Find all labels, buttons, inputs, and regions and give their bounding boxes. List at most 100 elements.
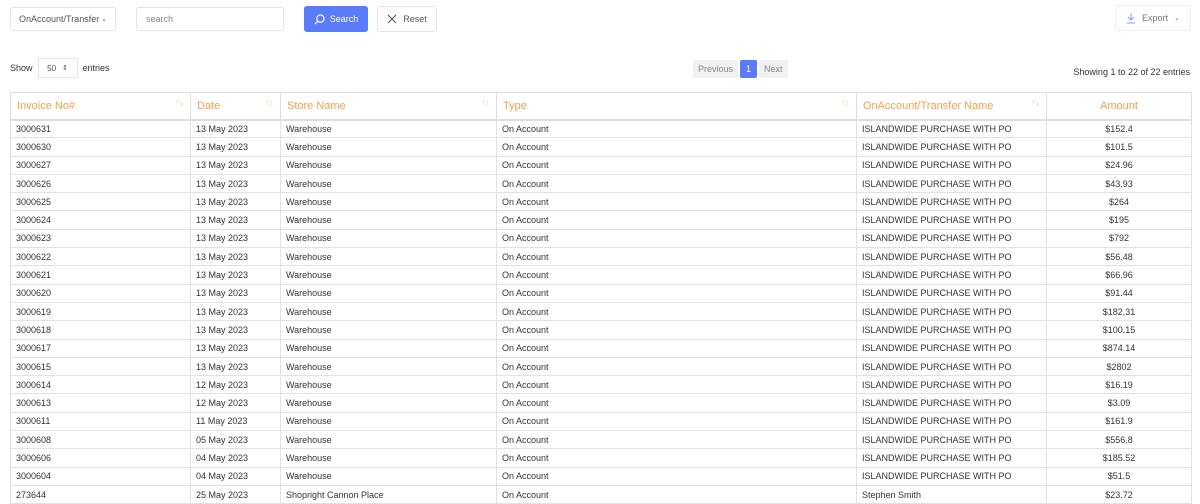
cell-store-name: Warehouse	[280, 320, 497, 340]
export-button[interactable]: Export ⌄	[1115, 5, 1191, 31]
column-header-type[interactable]: Type ↑↓	[496, 92, 857, 121]
cell-store-name: Warehouse	[280, 137, 497, 157]
search-button[interactable]: Search	[304, 6, 368, 32]
cell-invoice-no: 3000631	[10, 118, 191, 139]
chevron-down-icon: ⌄	[1174, 15, 1180, 22]
cell-transfer-name: ISLANDWIDE PURCHASE WITH PO	[856, 192, 1047, 212]
cell-transfer-name: ISLANDWIDE PURCHASE WITH PO	[856, 173, 1047, 194]
cell-amount: $264	[1046, 192, 1192, 212]
page-1-button[interactable]: 1	[740, 60, 758, 78]
cell-amount: $3.09	[1046, 393, 1192, 413]
cell-date: 13 May 2023	[190, 301, 281, 322]
column-header-store-name[interactable]: Store Name ↑↓	[280, 92, 497, 121]
cell-type: On Account	[496, 448, 857, 468]
column-header-label: Date	[197, 99, 221, 112]
cell-store-name: Warehouse	[280, 466, 497, 486]
cell-amount: $101.5	[1046, 137, 1192, 157]
sort-icon[interactable]: ↑↓	[175, 97, 184, 107]
cell-transfer-name: ISLANDWIDE PURCHASE WITH PO	[856, 393, 1047, 413]
table-row[interactable]: 3000627 13 May 2023 Warehouse On Account ISL…	[10, 155, 1192, 175]
cell-invoice-no: 3000606	[10, 448, 191, 468]
cell-transfer-name: ISLANDWIDE PURCHASE WITH PO	[856, 155, 1047, 175]
cell-type: On Account	[496, 155, 857, 175]
cell-store-name: Warehouse	[280, 118, 497, 139]
sort-icon[interactable]: ↑↓	[841, 97, 850, 107]
cell-invoice-no: 3000620	[10, 283, 191, 303]
table-row[interactable]: 3000608 05 May 2023 Warehouse On Account ISL…	[10, 430, 1192, 450]
cell-date: 11 May 2023	[190, 411, 281, 432]
column-header-invoice-no[interactable]: Invoice No# ↑↓	[10, 92, 191, 121]
cell-store-name: Shopright Cannon Place	[280, 484, 497, 504]
cell-amount: $43.93	[1046, 173, 1192, 194]
next-page-button[interactable]: Next	[759, 60, 788, 78]
cell-date: 13 May 2023	[190, 320, 281, 340]
cell-transfer-name: ISLANDWIDE PURCHASE WITH PO	[856, 338, 1047, 358]
cell-transfer-name: ISLANDWIDE PURCHASE WITH PO	[856, 118, 1047, 139]
table-row[interactable]: 3000615 13 May 2023 Warehouse On Account ISL…	[10, 356, 1192, 377]
cell-store-name: Warehouse	[280, 356, 497, 377]
cell-invoice-no: 3000630	[10, 137, 191, 157]
sort-icon[interactable]: ↑↓	[265, 97, 274, 107]
cell-date: 13 May 2023	[190, 228, 281, 249]
cell-invoice-no: 3000608	[10, 430, 191, 450]
cell-invoice-no: 3000622	[10, 247, 191, 267]
invoice-table: Invoice No# ↑↓ Date ↑↓ Store Name ↑↓ Type ↑↓ OnA…	[10, 92, 1192, 504]
cell-type: On Account	[496, 393, 857, 413]
table-row[interactable]: 3000626 13 May 2023 Warehouse On Account ISL…	[10, 173, 1192, 194]
cell-date: 25 May 2023	[190, 484, 281, 504]
table-row[interactable]: 3000617 13 May 2023 Warehouse On Account ISL…	[10, 338, 1192, 358]
sort-icon[interactable]: ↑↓	[1031, 97, 1040, 107]
table-row[interactable]: 3000606 04 May 2023 Warehouse On Account ISL…	[10, 448, 1192, 468]
cell-type: On Account	[496, 210, 857, 230]
table-row[interactable]: 3000604 04 May 2023 Warehouse On Account ISL…	[10, 466, 1192, 486]
download-icon	[1127, 12, 1136, 23]
cell-store-name: Warehouse	[280, 265, 497, 285]
column-header-amount[interactable]: Amount	[1046, 92, 1192, 121]
table-row[interactable]: 3000624 13 May 2023 Warehouse On Account ISL…	[10, 210, 1192, 230]
entries-length-select[interactable]: 50 ⇕	[37, 58, 78, 78]
cell-amount: $792	[1046, 228, 1192, 249]
table-header-row: Invoice No# ↑↓ Date ↑↓ Store Name ↑↓ Type ↑↓ OnA…	[10, 92, 1192, 121]
cell-date: 13 May 2023	[190, 338, 281, 358]
sort-icon[interactable]: ↑↓	[481, 97, 490, 107]
table-row[interactable]: 3000618 13 May 2023 Warehouse On Account ISL…	[10, 320, 1192, 340]
table-row[interactable]: 3000622 13 May 2023 Warehouse On Account ISL…	[10, 247, 1192, 267]
table-row[interactable]: 3000611 11 May 2023 Warehouse On Account ISL…	[10, 411, 1192, 432]
table-row[interactable]: 3000620 13 May 2023 Warehouse On Account ISL…	[10, 283, 1192, 303]
cell-store-name: Warehouse	[280, 338, 497, 358]
cell-type: On Account	[496, 137, 857, 157]
table-row[interactable]: 3000613 12 May 2023 Warehouse On Account ISL…	[10, 393, 1192, 413]
cell-type: On Account	[496, 301, 857, 322]
type-select[interactable]: OnAccount/Transfer ⌄	[10, 7, 116, 31]
cell-type: On Account	[496, 320, 857, 340]
reset-button[interactable]: Reset	[377, 6, 437, 32]
table-row[interactable]: 3000631 13 May 2023 Warehouse On Account ISL…	[10, 118, 1192, 139]
column-header-transfer-name[interactable]: OnAccount/Transfer Name ↑↓	[856, 92, 1047, 121]
table-row[interactable]: 3000630 13 May 2023 Warehouse On Account ISL…	[10, 137, 1192, 157]
table-row[interactable]: 3000621 13 May 2023 Warehouse On Account ISL…	[10, 265, 1192, 285]
reset-button-label: Reset	[403, 14, 427, 24]
cell-invoice-no: 3000624	[10, 210, 191, 230]
sort-updown-icon: ⇕	[62, 65, 68, 72]
table-row[interactable]: 3000623 13 May 2023 Warehouse On Account ISL…	[10, 228, 1192, 249]
table-row[interactable]: 3000619 13 May 2023 Warehouse On Account ISL…	[10, 301, 1192, 322]
cell-amount: $161.9	[1046, 411, 1192, 432]
column-header-label: Type	[503, 99, 527, 112]
cell-amount: $23.72	[1046, 484, 1192, 504]
cell-invoice-no: 273644	[10, 484, 191, 504]
table-row[interactable]: 273644 25 May 2023 Shopright Cannon Place O…	[10, 484, 1192, 504]
cell-amount: $56.48	[1046, 247, 1192, 267]
cell-store-name: Warehouse	[280, 247, 497, 267]
cell-store-name: Warehouse	[280, 301, 497, 322]
cell-invoice-no: 3000625	[10, 192, 191, 212]
search-input[interactable]	[136, 7, 284, 31]
column-header-date[interactable]: Date ↑↓	[190, 92, 281, 121]
cell-transfer-name: ISLANDWIDE PURCHASE WITH PO	[856, 448, 1047, 468]
cell-type: On Account	[496, 247, 857, 267]
table-row[interactable]: 3000625 13 May 2023 Warehouse On Account ISL…	[10, 192, 1192, 212]
pagination: Previous 1 Next	[693, 60, 788, 78]
cell-type: On Account	[496, 356, 857, 377]
table-row[interactable]: 3000614 12 May 2023 Warehouse On Account ISL…	[10, 375, 1192, 395]
cell-type: On Account	[496, 484, 857, 504]
previous-page-button[interactable]: Previous	[693, 60, 739, 78]
